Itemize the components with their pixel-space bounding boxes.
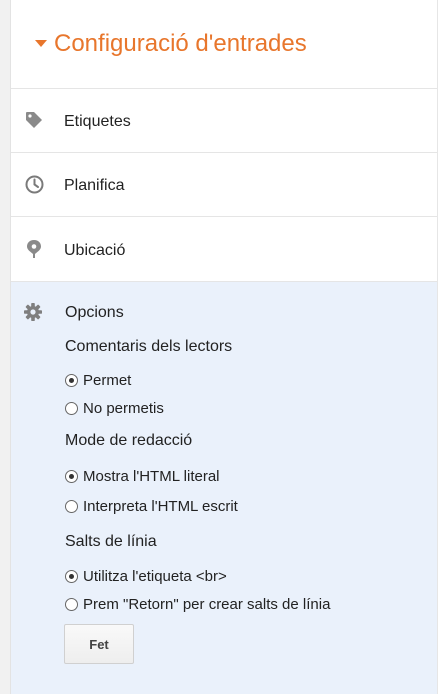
radio-button[interactable] — [65, 500, 78, 513]
radio-button[interactable] — [65, 402, 78, 415]
radio-label: Prem "Retorn" per crear salts de línia — [83, 596, 331, 613]
sidebar-item-schedule[interactable]: Planifica — [11, 153, 437, 217]
done-button[interactable]: Fet — [64, 624, 134, 664]
reader-comments-title: Comentaris dels lectors — [65, 338, 233, 355]
radio-disallow-comments[interactable]: No permetis — [65, 400, 164, 417]
sidebar-item-location[interactable]: Ubicació — [11, 217, 437, 282]
sidebar-item-label: Planifica — [64, 177, 125, 194]
collapse-caret-icon[interactable] — [35, 40, 47, 47]
radio-label: Interpreta l'HTML escrit — [83, 498, 238, 515]
gear-icon — [23, 302, 43, 327]
sidebar-item-label: Etiquetes — [64, 113, 131, 130]
left-gutter — [0, 0, 11, 694]
radio-allow-comments[interactable]: Permet — [65, 372, 131, 389]
radio-show-html-literally[interactable]: Mostra l'HTML literal — [65, 468, 220, 485]
compose-mode-title: Mode de redacció — [65, 432, 193, 449]
location-pin-icon — [25, 239, 43, 264]
sidebar-item-label: Ubicació — [64, 242, 126, 259]
options-title: Opcions — [65, 304, 124, 321]
radio-button-checked[interactable] — [65, 570, 78, 583]
radio-use-br-tag[interactable]: Utilitza l'etiqueta <br> — [65, 568, 227, 585]
radio-label: No permetis — [83, 400, 164, 417]
radio-label: Permet — [83, 372, 132, 389]
sidebar-item-labels[interactable]: Etiquetes — [11, 89, 437, 153]
post-settings-title: Configuració d'entrades — [54, 30, 307, 57]
radio-label: Mostra l'HTML literal — [83, 468, 220, 485]
options-section: Opcions Comentaris dels lectors Permet N… — [11, 282, 437, 694]
radio-press-enter-line-breaks[interactable]: Prem "Retorn" per crear salts de línia — [65, 596, 330, 613]
radio-interpret-html[interactable]: Interpreta l'HTML escrit — [65, 498, 238, 515]
post-settings-header[interactable]: Configuració d'entrades — [11, 0, 437, 89]
radio-label: Utilitza l'etiqueta <br> — [83, 568, 227, 585]
clock-icon — [25, 175, 44, 199]
line-breaks-title: Salts de línia — [65, 533, 157, 550]
radio-button-checked[interactable] — [65, 470, 78, 483]
radio-button-checked[interactable] — [65, 374, 78, 387]
radio-button[interactable] — [65, 598, 78, 611]
tag-icon — [25, 111, 43, 134]
post-settings-panel: Configuració d'entrades Etiquetes Planif… — [0, 0, 438, 694]
